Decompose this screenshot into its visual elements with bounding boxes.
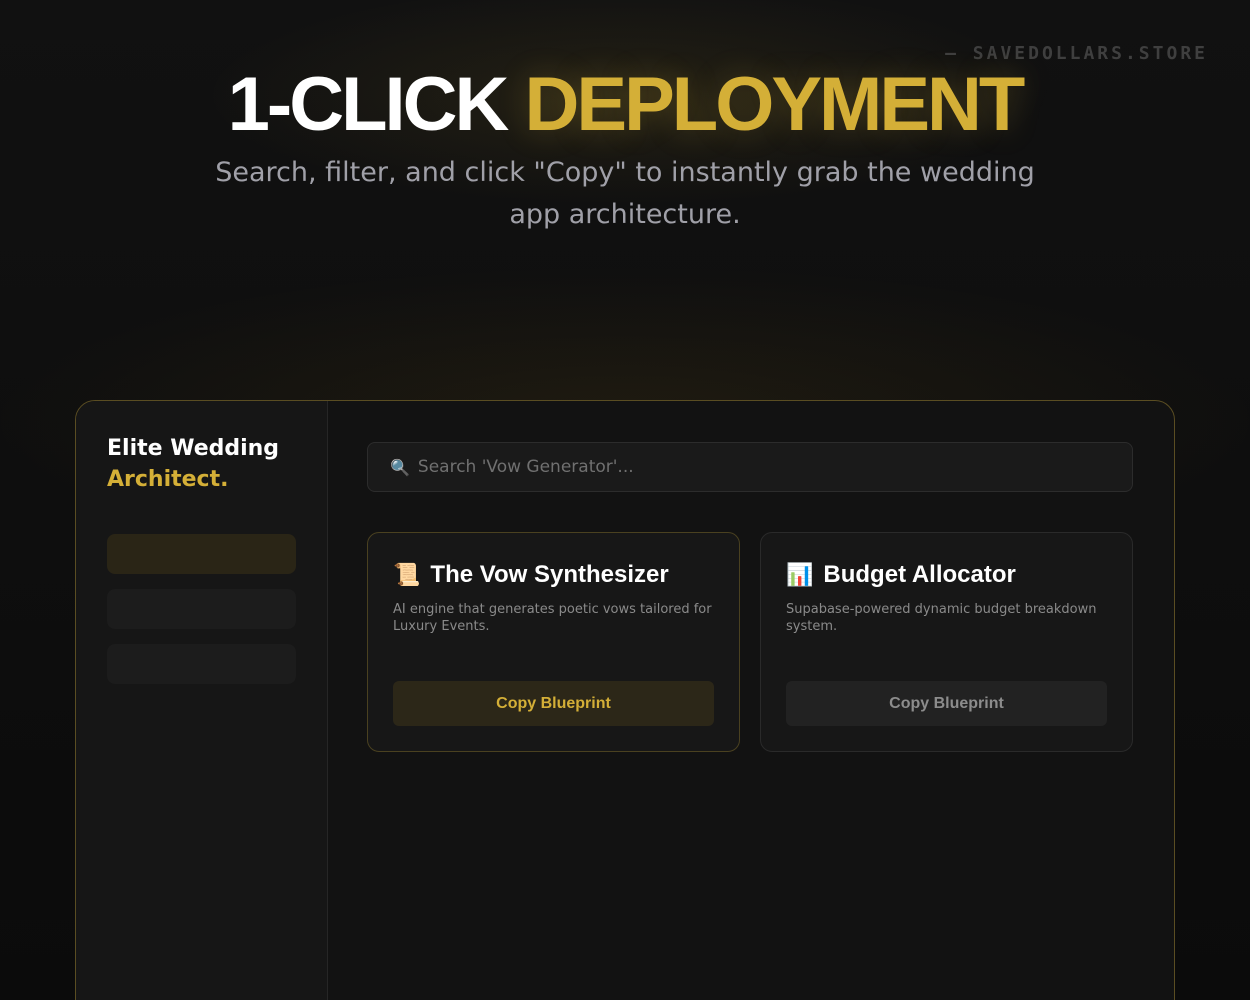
copy-blueprint-button[interactable]: Copy Blueprint xyxy=(786,681,1107,726)
blueprint-card-vow-synthesizer: 📜 The Vow Synthesizer AI engine that gen… xyxy=(367,532,740,752)
hero-title-white: 1-CLICK xyxy=(227,62,525,147)
bar-chart-icon: 📊 xyxy=(786,562,814,587)
card-title-text: The Vow Synthesizer xyxy=(430,561,669,588)
sidebar-item-2[interactable] xyxy=(107,589,296,629)
search-input[interactable] xyxy=(417,457,1118,477)
logo: Elite Wedding Architect. xyxy=(107,433,279,495)
card-title: 📊 Budget Allocator xyxy=(786,561,1016,589)
hero-title-gold: DEPLOYMENT xyxy=(524,62,1026,147)
card-title-text: Budget Allocator xyxy=(823,561,1016,588)
card-description: AI engine that generates poetic vows tai… xyxy=(393,602,712,634)
copy-blueprint-button[interactable]: Copy Blueprint xyxy=(393,681,714,726)
blueprint-card-budget-allocator: 📊 Budget Allocator Supabase-powered dyna… xyxy=(760,532,1133,752)
page: — SAVEDOLLARS.STORE 1-CLICK DEPLOYMENT S… xyxy=(0,0,1250,1000)
hero-subtitle: Search, filter, and click "Copy" to inst… xyxy=(215,157,1035,230)
logo-line-1: Elite Wedding xyxy=(107,436,280,461)
logo-line-2: Architect. xyxy=(107,467,229,492)
sidebar-item-active[interactable] xyxy=(107,534,296,574)
scroll-icon: 📜 xyxy=(393,562,421,587)
search-icon: 🔍 xyxy=(390,457,410,477)
sidebar-item-3[interactable] xyxy=(107,644,296,684)
sidebar: Elite Wedding Architect. xyxy=(76,401,328,1000)
app-panel: Elite Wedding Architect. 🔍 📜 The Vow Syn… xyxy=(75,400,1175,1000)
card-title: 📜 The Vow Synthesizer xyxy=(393,561,669,589)
hero-title: 1-CLICK DEPLOYMENT xyxy=(0,60,1250,150)
card-description: Supabase-powered dynamic budget breakdow… xyxy=(786,602,1097,634)
search-bar[interactable]: 🔍 xyxy=(367,442,1133,492)
